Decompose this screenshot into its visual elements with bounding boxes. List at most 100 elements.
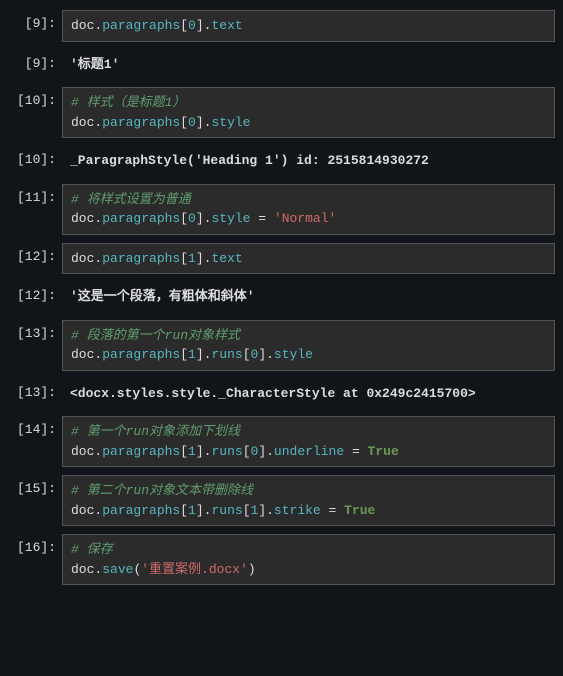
token-attr: text	[211, 18, 242, 33]
out-prompt: [12]:	[8, 282, 62, 312]
token-br: ].	[258, 444, 274, 459]
token-br: ].	[196, 444, 212, 459]
code-row: [15]:# 第二个run对象文本带删除线doc.paragraphs[1].r…	[8, 475, 555, 526]
token-comment: # 保存	[71, 542, 113, 557]
code-cell[interactable]: doc.paragraphs[0].text	[62, 10, 555, 42]
token-num: 0	[188, 211, 196, 226]
code-cell[interactable]: doc.paragraphs[1].text	[62, 243, 555, 275]
token-comment: # 第一个run对象添加下划线	[71, 424, 240, 439]
token-br: [	[180, 503, 188, 518]
token-attr: style	[211, 211, 250, 226]
token-attr: strike	[274, 503, 321, 518]
token-var: doc	[71, 562, 94, 577]
token-op: =	[344, 444, 367, 459]
output-cell: '标题1'	[62, 50, 555, 80]
token-br: [	[180, 211, 188, 226]
code-row: [9]:doc.paragraphs[0].text	[8, 10, 555, 42]
token-br: ].	[196, 18, 212, 33]
code-row: [14]:# 第一个run对象添加下划线doc.paragraphs[1].ru…	[8, 416, 555, 467]
token-br: [	[243, 444, 251, 459]
token-bool: True	[344, 503, 375, 518]
token-func: save	[102, 562, 133, 577]
out-prompt: [10]:	[8, 146, 62, 176]
output-row: [12]:'这是一个段落，有粗体和斜体'	[8, 282, 555, 312]
token-attr: paragraphs	[102, 211, 180, 226]
in-prompt: [11]:	[8, 184, 62, 235]
token-str: '重置案例.docx'	[141, 562, 248, 577]
out-prompt: [9]:	[8, 50, 62, 80]
token-br: ].	[196, 211, 212, 226]
output-cell: '这是一个段落，有粗体和斜体'	[62, 282, 555, 312]
token-br: [	[180, 444, 188, 459]
token-var: doc	[71, 347, 94, 362]
token-num: 0	[188, 18, 196, 33]
output-row: [10]:_ParagraphStyle('Heading 1') id: 25…	[8, 146, 555, 176]
output-cell: _ParagraphStyle('Heading 1') id: 2515814…	[62, 146, 555, 176]
token-attr: paragraphs	[102, 444, 180, 459]
token-bool: True	[368, 444, 399, 459]
token-br: [	[243, 503, 251, 518]
code-cell[interactable]: # 样式（是标题1）doc.paragraphs[0].style	[62, 87, 555, 138]
token-br: [	[180, 18, 188, 33]
code-cell[interactable]: # 第一个run对象添加下划线doc.paragraphs[1].runs[0]…	[62, 416, 555, 467]
code-cell[interactable]: # 段落的第一个run对象样式doc.paragraphs[1].runs[0]…	[62, 320, 555, 371]
token-var: doc	[71, 444, 94, 459]
token-attr: paragraphs	[102, 115, 180, 130]
token-attr: paragraphs	[102, 347, 180, 362]
code-row: [10]:# 样式（是标题1）doc.paragraphs[0].style	[8, 87, 555, 138]
code-row: [11]:# 将样式设置为普通doc.paragraphs[0].style =…	[8, 184, 555, 235]
token-attr: style	[274, 347, 313, 362]
in-prompt: [9]:	[8, 10, 62, 42]
token-br: ].	[196, 251, 212, 266]
token-str: 'Normal'	[274, 211, 336, 226]
code-row: [12]:doc.paragraphs[1].text	[8, 243, 555, 275]
token-br: ].	[196, 347, 212, 362]
token-attr: text	[211, 251, 242, 266]
token-var: doc	[71, 115, 94, 130]
output-cell: <docx.styles.style._CharacterStyle at 0x…	[62, 379, 555, 409]
token-br: [	[180, 251, 188, 266]
token-var: doc	[71, 18, 94, 33]
in-prompt: [15]:	[8, 475, 62, 526]
token-attr: paragraphs	[102, 503, 180, 518]
token-br: [	[180, 347, 188, 362]
token-num: 1	[188, 347, 196, 362]
in-prompt: [14]:	[8, 416, 62, 467]
token-comment: # 将样式设置为普通	[71, 192, 191, 207]
token-br: ].	[258, 503, 274, 518]
token-var: doc	[71, 503, 94, 518]
code-row: [13]:# 段落的第一个run对象样式doc.paragraphs[1].ru…	[8, 320, 555, 371]
token-num: 1	[188, 503, 196, 518]
code-cell[interactable]: # 第二个run对象文本带删除线doc.paragraphs[1].runs[1…	[62, 475, 555, 526]
token-num: 1	[188, 444, 196, 459]
in-prompt: [16]:	[8, 534, 62, 585]
out-prompt: [13]:	[8, 379, 62, 409]
in-prompt: [13]:	[8, 320, 62, 371]
token-attr: runs	[211, 347, 242, 362]
token-var: doc	[71, 211, 94, 226]
token-comment: # 段落的第一个run对象样式	[71, 328, 240, 343]
in-prompt: [10]:	[8, 87, 62, 138]
token-attr: paragraphs	[102, 18, 180, 33]
token-attr: runs	[211, 444, 242, 459]
token-attr: style	[211, 115, 250, 130]
token-num: 1	[188, 251, 196, 266]
token-op: =	[321, 503, 344, 518]
token-br: ].	[196, 503, 212, 518]
token-br: )	[248, 562, 256, 577]
notebook-container: [9]:doc.paragraphs[0].text[9]:'标题1'[10]:…	[8, 10, 555, 585]
token-br: [	[243, 347, 251, 362]
code-cell[interactable]: # 将样式设置为普通doc.paragraphs[0].style = 'Nor…	[62, 184, 555, 235]
token-br: ].	[258, 347, 274, 362]
token-br: [	[180, 115, 188, 130]
token-comment: # 第二个run对象文本带删除线	[71, 483, 253, 498]
code-cell[interactable]: # 保存doc.save('重置案例.docx')	[62, 534, 555, 585]
token-attr: underline	[274, 444, 344, 459]
output-row: [13]:<docx.styles.style._CharacterStyle …	[8, 379, 555, 409]
token-br: ].	[196, 115, 212, 130]
token-comment: # 样式（是标题1）	[71, 95, 185, 110]
code-row: [16]:# 保存doc.save('重置案例.docx')	[8, 534, 555, 585]
in-prompt: [12]:	[8, 243, 62, 275]
token-attr: paragraphs	[102, 251, 180, 266]
token-op: =	[250, 211, 273, 226]
